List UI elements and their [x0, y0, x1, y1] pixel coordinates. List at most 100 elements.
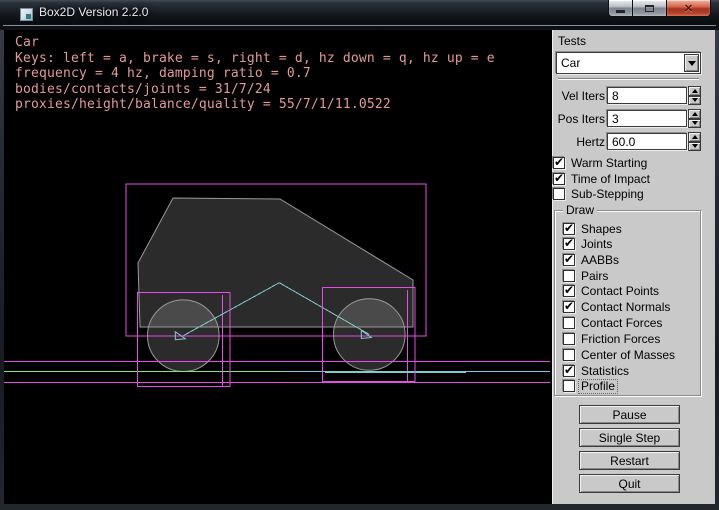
- checkbox-label[interactable]: Warm Starting: [571, 157, 647, 170]
- checkbox-checked[interactable]: ✔: [563, 301, 575, 313]
- arrow-down-icon: [692, 144, 698, 148]
- chevron-down-icon: [688, 61, 696, 66]
- checkbox-checked[interactable]: ✔: [563, 223, 575, 235]
- checkbox-row: Center of Masses: [552, 349, 715, 362]
- arrow-up-icon: [692, 112, 698, 116]
- app-window: Box2D Version 2.2.0 ✕ Car Keys: left = a…: [0, 0, 719, 510]
- checkbox-row: ✔ Statistics: [552, 365, 715, 378]
- spinner-down-button[interactable]: [688, 142, 701, 152]
- checkbox-unchecked[interactable]: [563, 270, 575, 282]
- spinner-down-button[interactable]: [688, 119, 701, 129]
- check-icon: ✔: [554, 155, 564, 169]
- spinner-buttons: [688, 86, 701, 105]
- client-area: Car Keys: left = a, brake = s, right = d…: [4, 30, 715, 504]
- checkbox-checked[interactable]: ✔: [563, 238, 575, 250]
- checkbox-unchecked[interactable]: [563, 380, 575, 392]
- tests-dropdown-value: Car: [557, 56, 684, 70]
- arrow-up-icon: [692, 89, 698, 93]
- window-title: Box2D Version 2.2.0: [39, 0, 148, 26]
- spinner-label: Hertz: [552, 135, 605, 149]
- checkbox-label[interactable]: Profile: [578, 379, 618, 394]
- checkbox-row: Friction Forces: [552, 333, 715, 346]
- checkbox-unchecked[interactable]: [563, 317, 575, 329]
- quit-button[interactable]: Quit: [579, 474, 680, 493]
- checkbox-row: Pairs: [552, 270, 715, 283]
- check-icon: ✔: [564, 283, 574, 297]
- checkbox-label[interactable]: Contact Normals: [581, 301, 670, 314]
- app-icon: [20, 8, 33, 21]
- check-icon: ✔: [564, 236, 574, 250]
- spinner-label: Pos Iters: [552, 112, 605, 126]
- checkbox-checked[interactable]: ✔: [563, 254, 575, 266]
- title-bar[interactable]: Box2D Version 2.2.0 ✕: [0, 0, 719, 30]
- checkbox-checked[interactable]: ✔: [553, 173, 565, 185]
- checkbox-label[interactable]: Pairs: [581, 270, 608, 283]
- separator: [558, 78, 699, 80]
- tests-dropdown-button[interactable]: [684, 54, 699, 72]
- checkbox-label[interactable]: AABBs: [581, 254, 619, 267]
- window-controls: ✕: [608, 0, 711, 17]
- checkbox-row: ✔ Warm Starting: [552, 157, 715, 170]
- single-step-button[interactable]: Single Step: [579, 428, 680, 447]
- minimize-button[interactable]: [608, 0, 633, 17]
- checkbox-label[interactable]: Contact Points: [581, 285, 659, 298]
- spinner-up-button[interactable]: [688, 109, 701, 119]
- tests-label: Tests: [558, 34, 586, 48]
- spinner-input[interactable]: 60.0: [607, 133, 687, 150]
- spinner-down-button[interactable]: [688, 96, 701, 106]
- checkbox-label[interactable]: Joints: [581, 238, 612, 251]
- arrow-down-icon: [692, 121, 698, 125]
- checkbox-row: ✔ Contact Normals: [552, 301, 715, 314]
- checkbox-unchecked[interactable]: [553, 188, 565, 200]
- debug-text: Car Keys: left = a, brake = s, right = d…: [15, 35, 495, 113]
- checkbox-row: ✔ Joints: [552, 238, 715, 251]
- checkbox-label[interactable]: Center of Masses: [581, 349, 675, 362]
- checkbox-unchecked[interactable]: [563, 333, 575, 345]
- arrow-down-icon: [692, 98, 698, 102]
- checkbox-label[interactable]: Shapes: [581, 223, 622, 236]
- checkbox-label[interactable]: Time of Impact: [571, 173, 650, 186]
- spinner-buttons: [688, 109, 701, 128]
- maximize-button[interactable]: [633, 0, 666, 17]
- checkbox-row: ✔ Shapes: [552, 223, 715, 236]
- spinner-up-button[interactable]: [688, 86, 701, 96]
- spinner-input[interactable]: 3: [607, 110, 687, 127]
- check-icon: ✔: [564, 252, 574, 266]
- checkbox-label[interactable]: Friction Forces: [581, 333, 660, 346]
- simulation-canvas[interactable]: Car Keys: left = a, brake = s, right = d…: [4, 30, 550, 504]
- checkbox-row: Profile: [552, 380, 715, 393]
- spinner-up-button[interactable]: [688, 132, 701, 142]
- checkbox-checked[interactable]: ✔: [553, 157, 565, 169]
- checkbox-unchecked[interactable]: [563, 349, 575, 361]
- checkbox-row: ✔ Contact Points: [552, 285, 715, 298]
- check-icon: ✔: [564, 363, 574, 377]
- checkbox-checked[interactable]: ✔: [563, 285, 575, 297]
- draw-group-label: Draw: [563, 203, 597, 217]
- spinner-row: Pos Iters3: [552, 110, 715, 128]
- pause-button[interactable]: Pause: [579, 405, 680, 424]
- spinner-input[interactable]: 8: [607, 87, 687, 104]
- arrow-up-icon: [692, 135, 698, 139]
- tests-dropdown[interactable]: Car: [556, 52, 701, 74]
- close-icon: ✕: [684, 2, 693, 15]
- spinner-label: Vel Iters: [552, 89, 605, 103]
- control-panel: Tests Car Vel Iters8Pos Iters3Hertz60.0 …: [552, 30, 715, 504]
- checkbox-checked[interactable]: ✔: [563, 365, 575, 377]
- check-icon: ✔: [554, 171, 564, 185]
- restart-button[interactable]: Restart: [579, 451, 680, 470]
- spinner-row: Vel Iters8: [552, 87, 715, 105]
- checkbox-label[interactable]: Statistics: [581, 365, 629, 378]
- spinner-buttons: [688, 132, 701, 151]
- maximize-icon: [645, 5, 654, 12]
- checkbox-row: Contact Forces: [552, 317, 715, 330]
- spinner-row: Hertz60.0: [552, 133, 715, 151]
- checkbox-row: ✔ Time of Impact: [552, 173, 715, 186]
- checkbox-label[interactable]: Contact Forces: [581, 317, 662, 330]
- checkbox-row: ✔ AABBs: [552, 254, 715, 267]
- checkbox-row: Sub-Stepping: [552, 188, 715, 201]
- close-button[interactable]: ✕: [666, 0, 711, 17]
- minimize-icon: [616, 10, 625, 13]
- checkbox-label[interactable]: Sub-Stepping: [571, 188, 644, 201]
- check-icon: ✔: [564, 299, 574, 313]
- check-icon: ✔: [564, 221, 574, 235]
